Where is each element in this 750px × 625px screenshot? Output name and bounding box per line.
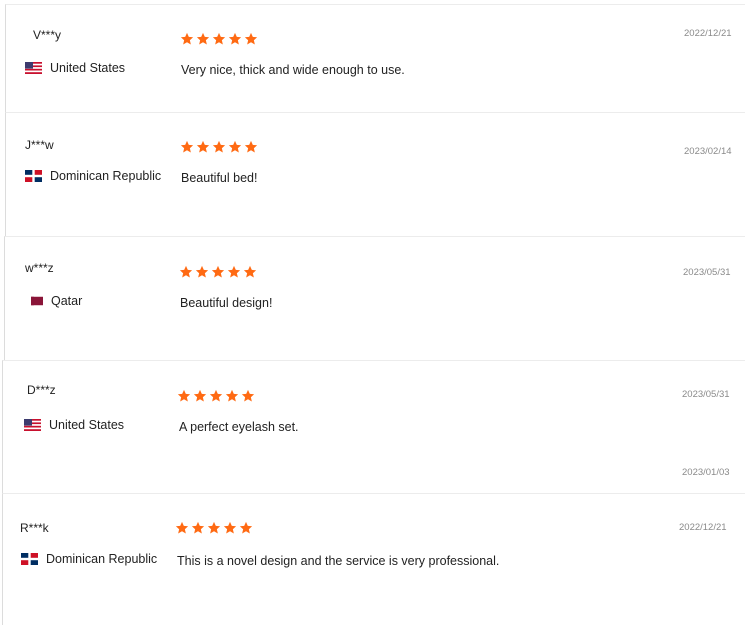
reviewer-name: R***k [20,521,49,535]
reviewer-country: United States [24,418,124,432]
reviewer-country: United States [25,61,125,75]
dominican-republic-flag-icon [21,553,38,565]
review-item: D***z United States A perfect eyelash se… [2,360,745,493]
review-item: V***y United States Very nice, thick and… [5,4,745,112]
star-icon [243,265,257,278]
star-icon [244,140,258,153]
star-icon [180,140,194,153]
review-text: Very nice, thick and wide enough to use. [181,63,405,77]
star-icon [193,389,207,402]
reviewer-name: w***z [25,261,54,275]
review-item: w***z Qatar Beautiful design! 2023/05/31 [4,236,745,360]
star-icon [227,265,241,278]
review-date: 2023/01/03 [682,467,730,478]
country-name: Qatar [51,294,83,308]
qatar-flag-icon [31,296,43,306]
star-icon [225,389,239,402]
star-rating [180,140,258,154]
review-date: 2022/12/21 [684,28,732,39]
star-icon [223,521,237,534]
star-icon [191,521,205,534]
country-name: Dominican Republic [50,169,162,183]
review-date: 2022/12/21 [679,522,727,533]
star-rating [179,265,257,279]
star-icon [209,389,223,402]
reviewer-country: Dominican Republic [21,552,157,566]
country-name: United States [50,61,126,75]
star-icon [228,140,242,153]
star-icon [244,32,258,45]
country-name: United States [49,418,125,432]
star-icon [241,389,255,402]
us-flag-icon [24,419,41,431]
reviewer-country: Qatar [31,294,82,308]
star-rating [177,389,255,403]
star-icon [212,140,226,153]
dominican-republic-flag-icon [25,170,42,182]
reviewer-name: J***w [25,138,54,152]
review-item: J***w Dominican Republic Beautiful bed! … [5,112,745,236]
star-icon [179,265,193,278]
star-icon [228,32,242,45]
star-icon [180,32,194,45]
star-icon [207,521,221,534]
review-date: 2023/05/31 [682,389,730,400]
star-icon [195,265,209,278]
star-rating [175,521,253,535]
star-rating [180,32,258,46]
star-icon [177,389,191,402]
review-date: 2023/02/14 [684,146,732,157]
review-date: 2023/05/31 [683,267,731,278]
reviewer-country: Dominican Republic [25,169,161,183]
reviewer-name: V***y [33,28,62,42]
review-text: Beautiful bed! [181,171,258,185]
star-icon [211,265,225,278]
country-name: Dominican Republic [46,552,158,566]
star-icon [239,521,253,534]
review-text: This is a novel design and the service i… [177,554,500,568]
review-item: R***k Dominican Republic This is a novel… [2,493,745,625]
star-icon [212,32,226,45]
star-icon [175,521,189,534]
review-text: Beautiful design! [180,296,273,310]
star-icon [196,140,210,153]
review-text: A perfect eyelash set. [179,420,299,434]
star-icon [196,32,210,45]
us-flag-icon [25,62,42,74]
reviewer-name: D***z [27,383,56,397]
